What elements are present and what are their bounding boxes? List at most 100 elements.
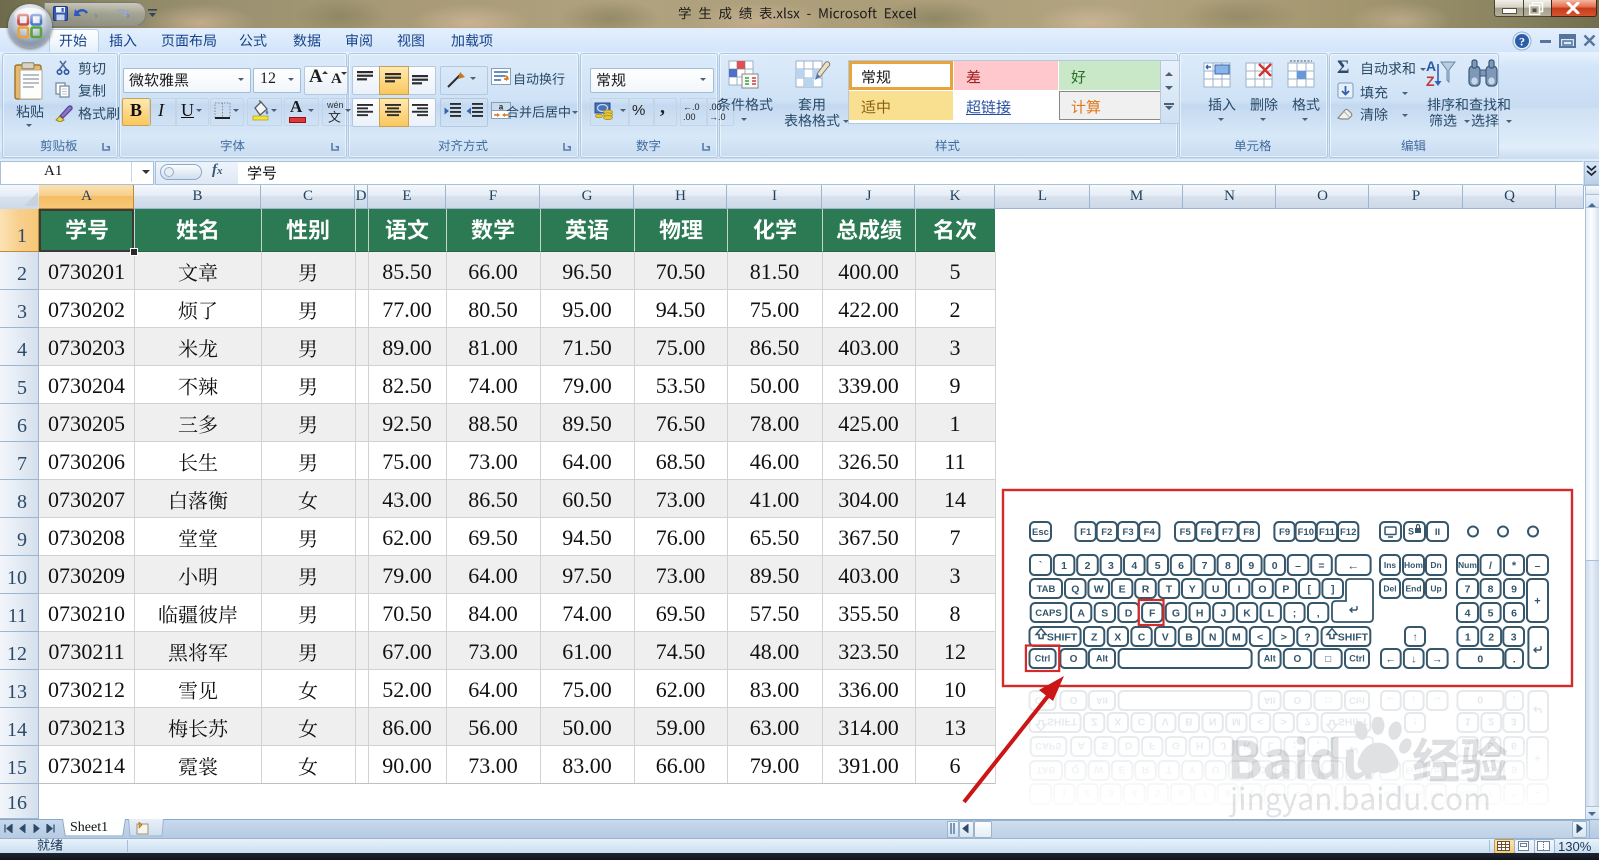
svg-text:0: 0 [1272,560,1278,572]
svg-text:Dn: Dn [1430,560,1441,570]
svg-text:0: 0 [1272,787,1278,799]
svg-text:Del: Del [1383,584,1396,594]
svg-text:SHIFT: SHIFT [1047,632,1078,644]
svg-text:Q: Q [1071,583,1079,595]
svg-text:/: / [1489,787,1492,799]
svg-text:B: B [1185,716,1193,728]
svg-text:8: 8 [1225,787,1231,799]
svg-text:9: 9 [1511,764,1517,776]
svg-text:6: 6 [1178,560,1184,572]
svg-text:CAPS: CAPS [1035,608,1061,619]
svg-text:;: ; [1293,740,1297,752]
svg-text:5: 5 [1488,740,1494,752]
svg-text:P: P [1282,764,1289,776]
svg-text:7: 7 [1202,787,1208,799]
svg-text:?: ? [1304,631,1310,643]
svg-text:.: . [1513,653,1516,665]
svg-text:Alt: Alt [1096,654,1108,664]
svg-text:Up: Up [1430,584,1441,594]
svg-text:F12: F12 [1340,527,1356,538]
svg-text:4: 4 [1131,560,1137,572]
svg-text:5: 5 [1155,787,1161,799]
svg-text:II: II [1435,527,1440,538]
svg-text:Ins: Ins [1384,789,1397,799]
svg-text:<: < [1257,716,1263,728]
svg-text:←: ← [1386,653,1397,665]
svg-text:9: 9 [1248,560,1254,572]
svg-text:F8: F8 [1243,527,1254,538]
svg-text:–: – [1535,560,1541,572]
svg-text:7: 7 [1202,560,1208,572]
svg-text:4: 4 [1465,740,1471,752]
svg-text:I: I [1238,764,1241,776]
svg-text:←: ← [1347,787,1359,801]
svg-text:2: 2 [1488,716,1494,728]
svg-text:Ins: Ins [1384,560,1397,570]
svg-text:Dn: Dn [1430,789,1441,799]
svg-text:F11: F11 [1319,527,1336,538]
svg-text:S: S [1101,607,1108,619]
svg-text:Y: Y [1189,764,1196,776]
svg-text:?: ? [1304,716,1310,728]
svg-text:←: ← [1347,558,1359,572]
svg-text:N: N [1209,716,1217,728]
svg-text:M: M [1232,631,1241,643]
svg-text:V: V [1162,631,1169,643]
svg-text:9: 9 [1248,787,1254,799]
svg-text:E: E [1119,764,1126,776]
svg-text:H: H [1196,607,1204,619]
svg-text:P: P [1282,583,1289,595]
svg-text:G: G [1172,740,1180,752]
svg-text:Z: Z [1426,73,1435,89]
svg-text:L: L [1268,607,1275,619]
svg-text:W: W [1094,764,1104,776]
svg-text:T: T [1166,583,1173,595]
svg-text:6: 6 [1178,787,1184,799]
svg-text:Hom: Hom [1404,789,1423,799]
svg-text:–: – [1535,787,1541,799]
svg-text:K: K [1243,607,1251,619]
svg-text:T: T [1166,764,1173,776]
svg-text:W: W [1094,583,1104,595]
svg-text:3: 3 [1511,631,1517,643]
svg-text:F6: F6 [1201,527,1212,538]
svg-text:3: 3 [1108,787,1114,799]
svg-text:N: N [1209,631,1217,643]
svg-text:>: > [1281,631,1287,643]
svg-text:F9: F9 [1279,527,1290,538]
svg-text:9: 9 [1511,583,1517,595]
svg-text:6: 6 [1511,740,1517,752]
svg-text:+: + [1534,596,1540,608]
svg-text:Hom: Hom [1404,560,1423,570]
svg-text:2: 2 [1488,631,1494,643]
svg-text:1: 1 [1061,560,1067,572]
svg-text:1: 1 [1465,631,1471,643]
svg-text:J: J [1220,607,1226,619]
svg-text:Ctrl: Ctrl [1349,654,1365,664]
svg-text:C: C [1138,716,1146,728]
svg-text:Y: Y [1189,583,1196,595]
svg-text:4: 4 [1465,607,1471,619]
svg-text:C: C [1138,631,1146,643]
svg-text:3: 3 [1511,716,1517,728]
svg-text:>: > [1281,716,1287,728]
svg-text:F: F [1149,740,1156,752]
svg-text:F2: F2 [1101,527,1112,538]
svg-text:*: * [1512,560,1517,572]
svg-text:0: 0 [1477,653,1483,665]
svg-text:O: O [1258,764,1266,776]
svg-text:2: 2 [1085,787,1091,799]
svg-text:K: K [1243,740,1251,752]
svg-text:I: I [1238,583,1241,595]
svg-text:↓: ↓ [1411,653,1416,665]
svg-text:S: S [1408,527,1414,537]
svg-text:H: H [1196,740,1204,752]
svg-text:–: – [1295,560,1301,572]
svg-text:SHIFT: SHIFT [1338,632,1369,644]
svg-text:Num: Num [1458,560,1477,570]
svg-text:S: S [1101,740,1108,752]
svg-text:R: R [1142,764,1150,776]
svg-text:A: A [1077,607,1085,619]
svg-text:1: 1 [1465,716,1471,728]
svg-text:O: O [1258,583,1266,595]
